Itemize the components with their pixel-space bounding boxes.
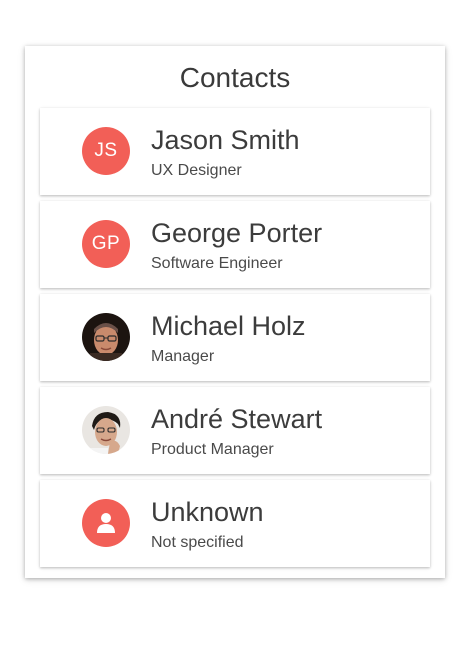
avatar-initials: GP <box>91 233 121 254</box>
panel-title: Contacts <box>179 62 291 93</box>
avatar: JS <box>82 127 130 175</box>
contact-item[interactable]: Unknown Not specified <box>40 480 430 567</box>
portrait-photo-icon <box>82 313 130 361</box>
avatar: GP <box>82 220 130 268</box>
contact-role: Manager <box>151 348 215 365</box>
contact-name: André Stewart <box>151 404 323 434</box>
contact-role: Product Manager <box>151 441 274 458</box>
avatar-photo <box>82 313 130 361</box>
contact-role: Software Engineer <box>151 255 283 272</box>
person-icon <box>97 513 115 533</box>
contact-item[interactable]: Michael Holz Manager <box>40 294 430 381</box>
contacts-panel: Contacts JS Jason Smith UX Designer GP G… <box>25 46 445 578</box>
avatar-initials: JS <box>94 140 118 161</box>
contact-role: Not specified <box>151 534 244 551</box>
contacts-list: JS Jason Smith UX Designer GP George Por… <box>40 108 430 573</box>
portrait-photo-icon <box>82 406 130 454</box>
contact-name: Unknown <box>151 497 264 527</box>
contact-name: George Porter <box>151 218 323 248</box>
contact-role: UX Designer <box>151 162 242 179</box>
contact-item[interactable]: GP George Porter Software Engineer <box>40 201 430 288</box>
contact-item[interactable]: JS Jason Smith UX Designer <box>40 108 430 195</box>
contact-name: Michael Holz <box>151 311 306 341</box>
avatar <box>82 499 130 547</box>
contact-item[interactable]: André Stewart Product Manager <box>40 387 430 474</box>
contact-name: Jason Smith <box>151 125 300 155</box>
avatar-photo <box>82 406 130 454</box>
